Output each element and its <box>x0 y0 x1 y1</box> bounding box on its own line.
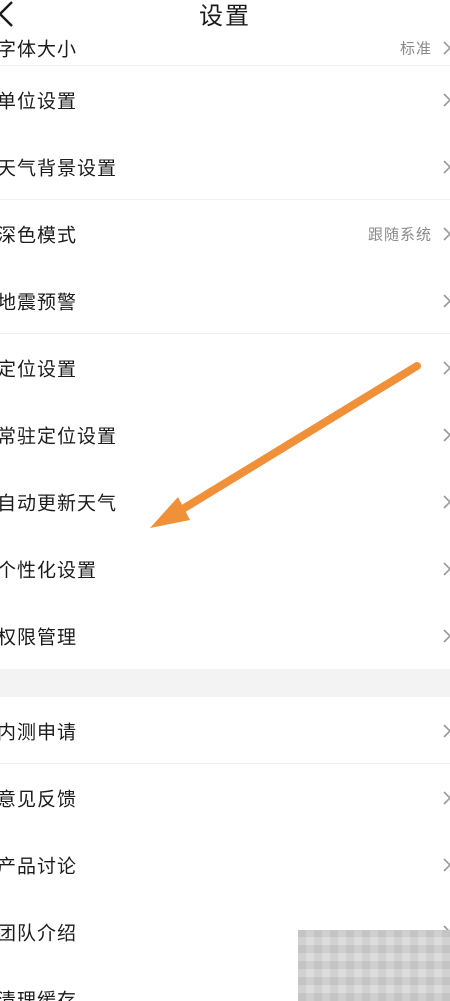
group-separator <box>0 669 450 697</box>
setting-label: 深色模式 <box>0 224 78 246</box>
setting-label: 权限管理 <box>0 626 78 648</box>
setting-label: 字体大小 <box>0 38 78 61</box>
setting-label: 单位设置 <box>0 90 78 112</box>
chevron-right-icon <box>443 723 450 738</box>
settings-list: 字体大小 标准 单位设置 天气背景设置 深色模式 跟随系统 地震预警 定位设置 <box>0 36 450 1001</box>
setting-row-beta-apply[interactable]: 内测申请 <box>0 697 450 764</box>
setting-row-personalization[interactable]: 个性化设置 <box>0 535 450 602</box>
setting-row-auto-update-weather[interactable]: 自动更新天气 <box>0 468 450 535</box>
page-title: 设置 <box>199 2 251 30</box>
setting-row-feedback[interactable]: 意见反馈 <box>0 764 450 831</box>
setting-row-font-size[interactable]: 字体大小 标准 <box>0 36 450 66</box>
setting-row-location[interactable]: 定位设置 <box>0 334 450 401</box>
setting-label: 自动更新天气 <box>0 492 118 514</box>
setting-label: 天气背景设置 <box>0 157 118 179</box>
chevron-right-icon <box>443 226 450 241</box>
setting-label: 意见反馈 <box>0 788 78 810</box>
top-bar: 设置 <box>0 0 450 36</box>
setting-row-permissions[interactable]: 权限管理 <box>0 602 450 669</box>
chevron-right-icon <box>443 92 450 107</box>
chevron-right-icon <box>443 427 450 442</box>
setting-label: 个性化设置 <box>0 559 98 581</box>
chevron-right-icon <box>443 159 450 174</box>
chevron-right-icon <box>443 561 450 576</box>
setting-value: 跟随系统 <box>367 225 432 243</box>
setting-label: 清理缓存 <box>0 989 78 1001</box>
chevron-right-icon <box>443 857 450 872</box>
setting-label: 地震预警 <box>0 291 78 313</box>
chevron-right-icon <box>443 293 450 308</box>
chevron-right-icon <box>443 41 450 55</box>
setting-label: 内测申请 <box>0 721 78 743</box>
setting-label: 产品讨论 <box>0 855 78 877</box>
setting-row-weather-background[interactable]: 天气背景设置 <box>0 133 450 200</box>
chevron-right-icon <box>443 494 450 509</box>
blurred-watermark <box>298 930 450 1001</box>
chevron-right-icon <box>443 628 450 643</box>
setting-row-product-discussion[interactable]: 产品讨论 <box>0 831 450 898</box>
setting-row-earthquake-alert[interactable]: 地震预警 <box>0 267 450 334</box>
setting-value: 标准 <box>399 39 432 58</box>
setting-row-resident-location[interactable]: 常驻定位设置 <box>0 401 450 468</box>
setting-label: 定位设置 <box>0 358 78 380</box>
settings-screen: 设置 字体大小 标准 单位设置 天气背景设置 深色模式 跟随系统 地震预警 定位… <box>0 0 450 1001</box>
setting-label: 常驻定位设置 <box>0 425 118 447</box>
setting-row-units[interactable]: 单位设置 <box>0 66 450 133</box>
chevron-right-icon <box>443 360 450 375</box>
chevron-right-icon <box>443 790 450 805</box>
setting-row-dark-mode[interactable]: 深色模式 跟随系统 <box>0 200 450 267</box>
setting-label: 团队介绍 <box>0 922 78 944</box>
